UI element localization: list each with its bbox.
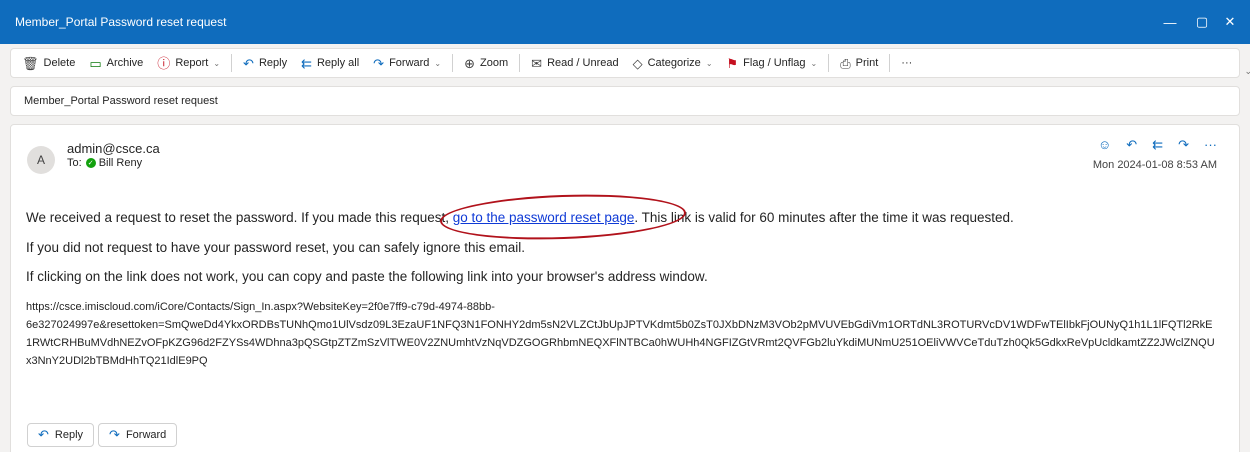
toolbar-divider (889, 54, 891, 72)
message-toolbar: 🗑 Delete ▭ Archive ⓘ Report ⌄ ↶ Reply ⇇ … (10, 48, 1240, 78)
reset-url-line: https://csce.imiscloud.com/iCore/Contact… (26, 300, 495, 313)
flag-label: Flag / Unflag (743, 57, 806, 69)
flag-button[interactable]: ⚑ Flag / Unflag ⌄ (720, 51, 825, 75)
footer-forward-label: Forward (125, 429, 167, 441)
more-actions-button[interactable]: ··· (894, 51, 919, 75)
reset-url: https://csce.imiscloud.com/iCore/Contact… (26, 298, 1231, 370)
report-label: Report (175, 57, 209, 69)
subject-bar: Member_Portal Password reset request (10, 86, 1240, 116)
reply-all-button[interactable]: ⇇ Reply all (294, 51, 366, 75)
forward-icon[interactable]: ↷ (1178, 137, 1189, 153)
reply-footer: ↶ Reply ↷ Forward (27, 423, 181, 447)
reply-all-icon: ⇇ (301, 55, 312, 71)
chevron-down-icon[interactable]: ⌄ (434, 59, 441, 68)
reply-icon: ↶ (38, 427, 49, 442)
toolbar-divider (452, 54, 454, 72)
body-text-segment: We received a request to reset the passw… (26, 210, 453, 225)
reply-icon: ↶ (243, 55, 254, 71)
body-paragraph: If clicking on the link does not work, y… (26, 269, 708, 285)
chevron-down-icon[interactable]: ⌄ (706, 59, 713, 68)
forward-icon: ↷ (373, 55, 385, 71)
recipient-name[interactable]: Bill Reny (99, 157, 142, 169)
zoom-button[interactable]: ⊕ Zoom (457, 51, 515, 75)
read-unread-label: Read / Unread (547, 57, 619, 69)
emoji-reaction-icon[interactable]: ☺ (1098, 137, 1111, 153)
report-icon: ⓘ (157, 55, 171, 71)
archive-icon: ▭ (89, 55, 102, 71)
archive-label: Archive (106, 57, 144, 69)
password-reset-link[interactable]: go to the password reset page (453, 210, 635, 225)
close-button[interactable]: ✕ (1216, 0, 1244, 44)
body-paragraph: If you did not request to have your pass… (26, 239, 526, 255)
forward-button[interactable]: ↷ Forward ⌄ (366, 51, 448, 75)
recipient-line: To: ✓ Bill Reny (67, 157, 142, 169)
chevron-down-icon[interactable]: ⌄ (1244, 66, 1250, 77)
forward-label: Forward (389, 57, 430, 69)
toolbar-divider (231, 54, 233, 72)
zoom-label: Zoom (480, 57, 509, 69)
body-paragraph: We received a request to reset the passw… (26, 209, 1231, 227)
print-label: Print (855, 57, 879, 69)
message-pane: A admin@csce.ca To: ✓ Bill Reny ☺ ↶ ⇇ ↷ … (10, 124, 1240, 452)
window-title: Member_Portal Password reset request (15, 15, 227, 29)
message-date: Mon 2024-01-08 8:53 AM (1092, 159, 1217, 171)
title-bar: Member_Portal Password reset request — ▢… (0, 0, 1250, 44)
reply-all-label: Reply all (316, 57, 360, 69)
delete-button[interactable]: 🗑 Delete (15, 51, 82, 75)
message-body: We received a request to reset the passw… (26, 209, 1231, 370)
read-unread-button[interactable]: ✉ Read / Unread (524, 51, 625, 75)
restore-button[interactable]: ▢ (1188, 0, 1216, 44)
minimize-button[interactable]: — (1156, 0, 1184, 44)
message-actions: ☺ ↶ ⇇ ↷ ··· (1083, 137, 1217, 153)
delete-label: Delete (43, 57, 76, 69)
zoom-icon: ⊕ (464, 55, 476, 71)
sender-address[interactable]: admin@csce.ca (67, 141, 160, 156)
body-text-segment: . This link is valid for 60 minutes afte… (634, 210, 1014, 225)
more-icon[interactable]: ··· (1204, 137, 1217, 153)
flag-icon: ⚑ (726, 55, 739, 71)
to-label: To: (67, 157, 82, 169)
reset-url-line: 6e327024997e&resettoken=SmQweDd4YkxORDBs… (26, 318, 1213, 331)
footer-reply-label: Reply (54, 429, 84, 441)
chevron-down-icon[interactable]: ⌄ (811, 59, 818, 68)
reset-url-line: 1RWtCRHBuMVdhNEZvOFpKZG96d2FZYSs4WDhna3p… (26, 336, 1215, 349)
print-icon: ⎙ (840, 55, 851, 71)
report-button[interactable]: ⓘ Report ⌄ (150, 51, 227, 75)
reply-icon[interactable]: ↶ (1126, 137, 1137, 153)
categorize-button[interactable]: ◇ Categorize ⌄ (626, 51, 720, 75)
categorize-label: Categorize (647, 57, 701, 69)
envelope-icon: ✉ (531, 55, 543, 71)
toolbar-divider (519, 54, 521, 72)
subject-text: Member_Portal Password reset request (24, 95, 218, 107)
avatar[interactable]: A (27, 146, 55, 174)
reply-all-icon[interactable]: ⇇ (1152, 137, 1163, 153)
reset-url-line: x3NnY2UDl2bTBMdHhTQ21IdlE9PQ (26, 354, 208, 367)
trash-icon: 🗑 (22, 55, 39, 71)
forward-icon: ↷ (109, 427, 120, 442)
archive-button[interactable]: ▭ Archive (82, 51, 150, 75)
chevron-down-icon[interactable]: ⌄ (213, 59, 220, 68)
footer-reply-button[interactable]: ↶ Reply (27, 423, 95, 447)
reply-label: Reply (258, 57, 288, 69)
print-button[interactable]: ⎙ Print (833, 51, 885, 75)
reply-button[interactable]: ↶ Reply (236, 51, 294, 75)
tag-icon: ◇ (632, 55, 643, 71)
presence-available-icon: ✓ (85, 158, 96, 168)
footer-forward-button[interactable]: ↷ Forward (98, 423, 178, 447)
toolbar-divider (828, 54, 830, 72)
